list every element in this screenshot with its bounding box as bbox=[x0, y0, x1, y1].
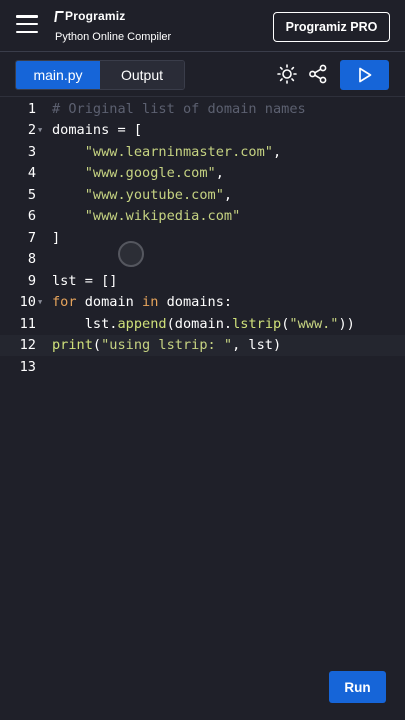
code-text: lst = [] bbox=[52, 272, 118, 289]
code-text: lst.append(domain.lstrip("www.")) bbox=[84, 315, 355, 332]
tab-main-py[interactable]: main.py bbox=[16, 61, 100, 89]
code-text: "www.learninmaster.com", bbox=[84, 143, 282, 160]
programiz-logo-icon bbox=[54, 10, 64, 22]
code-line: 9 lst = [] bbox=[0, 270, 405, 292]
line-number: 10 bbox=[19, 294, 36, 311]
code-line: 4 "www.google.com", bbox=[0, 163, 405, 185]
line-number: 7 bbox=[27, 229, 36, 246]
brand-logo[interactable]: Programiz bbox=[54, 9, 126, 23]
code-line-active: 12 print("using lstrip: ", lst) bbox=[0, 334, 405, 356]
code-text: domains = [ bbox=[52, 122, 143, 139]
code-line: 5 "www.youtube.com", bbox=[0, 184, 405, 206]
code-text: "www.google.com", bbox=[84, 165, 224, 182]
tab-output[interactable]: Output bbox=[100, 61, 184, 89]
code-line: 13 bbox=[0, 356, 405, 378]
line-number: 6 bbox=[27, 208, 36, 225]
touch-cursor-indicator bbox=[118, 241, 144, 267]
code-line: 8 bbox=[0, 249, 405, 271]
app-header: Programiz Python Online Compiler Program… bbox=[0, 0, 405, 52]
fold-arrow-icon[interactable]: ▼ bbox=[36, 126, 52, 134]
run-button[interactable]: Run bbox=[329, 671, 386, 703]
fold-arrow-icon[interactable]: ▼ bbox=[36, 298, 52, 306]
run-button-top[interactable] bbox=[340, 60, 389, 90]
code-text: ] bbox=[52, 229, 61, 246]
programiz-pro-button[interactable]: Programiz PRO bbox=[273, 12, 390, 42]
code-line: 11 lst.append(domain.lstrip("www.")) bbox=[0, 313, 405, 335]
share-icon[interactable] bbox=[307, 63, 329, 85]
line-number: 8 bbox=[27, 251, 36, 268]
line-number: 1 bbox=[27, 100, 36, 117]
line-number: 2 bbox=[27, 122, 36, 139]
code-line: 1 # Original list of domain names bbox=[0, 98, 405, 120]
line-number: 13 bbox=[19, 358, 36, 375]
line-number: 3 bbox=[27, 143, 36, 160]
brand-name: Programiz bbox=[65, 9, 126, 23]
line-number: 5 bbox=[27, 186, 36, 203]
code-line: 10 ▼ for domain in domains: bbox=[0, 292, 405, 314]
menu-icon[interactable] bbox=[16, 15, 38, 33]
sun-icon[interactable] bbox=[276, 63, 298, 85]
code-line: 6 "www.wikipedia.com" bbox=[0, 206, 405, 228]
code-line: 7 ] bbox=[0, 227, 405, 249]
line-number: 4 bbox=[27, 165, 36, 182]
play-icon bbox=[358, 67, 371, 83]
line-number: 9 bbox=[27, 272, 36, 289]
code-text: "www.youtube.com", bbox=[84, 186, 233, 203]
line-number: 12 bbox=[19, 337, 36, 354]
line-number: 11 bbox=[19, 315, 36, 332]
code-line: 3 "www.learninmaster.com", bbox=[0, 141, 405, 163]
code-text: # Original list of domain names bbox=[52, 100, 306, 117]
page-title: Python Online Compiler bbox=[55, 31, 172, 43]
code-text: print("using lstrip: ", lst) bbox=[52, 337, 282, 354]
code-line: 2 ▼ domains = [ bbox=[0, 120, 405, 142]
file-tabs: main.py Output bbox=[15, 60, 185, 90]
code-text: "www.wikipedia.com" bbox=[84, 208, 241, 225]
code-text: for domain in domains: bbox=[52, 294, 233, 311]
code-editor[interactable]: 1 # Original list of domain names 2 ▼ do… bbox=[0, 98, 405, 698]
